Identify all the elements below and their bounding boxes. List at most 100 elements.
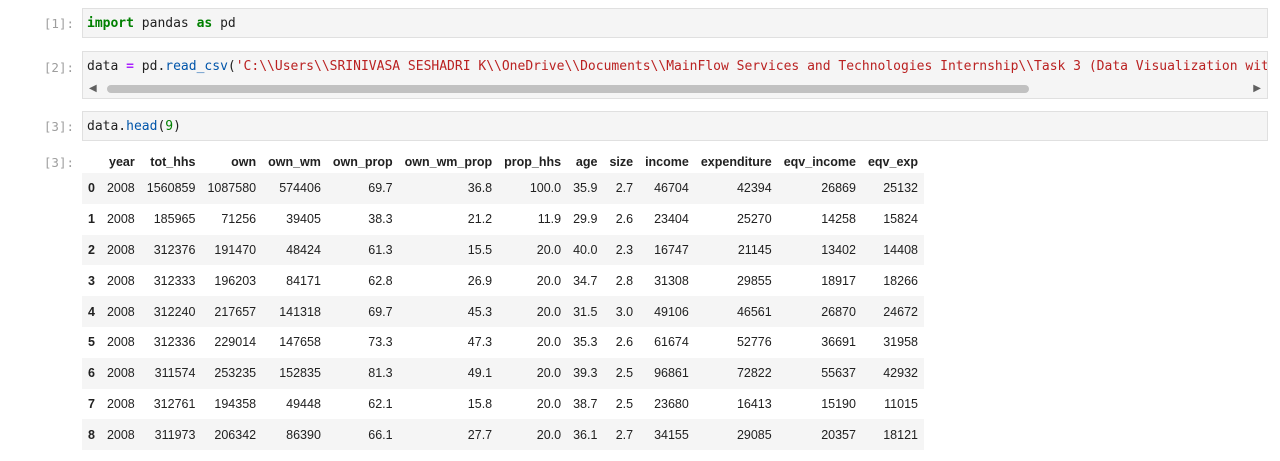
- table-cell: 15.5: [467, 242, 493, 257]
- table-cell: 194358: [214, 396, 257, 411]
- table-cell: 141318: [279, 304, 321, 319]
- table-cell: 55637: [821, 366, 856, 381]
- code-line: import pandas as pd: [87, 16, 236, 31]
- table-cell: 26869: [821, 181, 856, 196]
- table-cell: 18917: [821, 273, 856, 288]
- row-index: 6: [88, 366, 95, 381]
- table-cell: 21145: [737, 242, 772, 257]
- table-cell: 16413: [736, 396, 772, 411]
- row-index: 1: [88, 212, 95, 227]
- number-literal: 9: [165, 119, 174, 134]
- table-cell: 2.8: [615, 273, 634, 288]
- table-cell: 217657: [214, 304, 257, 319]
- column-header-size: size: [609, 155, 634, 169]
- column-header-own-wm: own_wm: [268, 155, 321, 169]
- table-cell: 36.8: [467, 181, 493, 196]
- table-cell: 31958: [883, 335, 918, 350]
- row-index: 2: [88, 242, 95, 257]
- code-cell-1[interactable]: import pandas as pd: [82, 8, 1268, 38]
- output-prompt: [3]:: [43, 155, 74, 170]
- row-index: 3: [88, 273, 95, 288]
- table-cell: 62.1: [368, 396, 393, 411]
- table-cell: 312336: [153, 335, 196, 350]
- table-cell: 312333: [153, 273, 196, 288]
- table-cell: 66.1: [368, 427, 393, 442]
- table-cell: 34.7: [573, 273, 598, 288]
- object-name: data.: [87, 119, 127, 134]
- column-header-prop-hhs: prop_hhs: [504, 155, 562, 169]
- table-cell: 100.0: [529, 181, 562, 196]
- cell-2-prompt: [2]:: [43, 60, 74, 75]
- table-cell: 16747: [654, 242, 689, 257]
- scroll-left-arrow-icon[interactable]: ◀: [89, 83, 97, 95]
- table-cell: 23404: [654, 212, 689, 227]
- code-cell-2[interactable]: data = pd.read_csv('C:\\Users\\SRINIVASA…: [82, 51, 1268, 99]
- table-cell: 312761: [153, 396, 196, 411]
- table-cell: 29.9: [573, 212, 598, 227]
- table-cell: 69.7: [368, 304, 393, 319]
- table-cell: 311574: [154, 366, 196, 381]
- table-cell: 1560859: [146, 181, 196, 196]
- table-cell: 206342: [214, 427, 257, 442]
- table-row: 1 2008 185965 71256 39405 38.3 21.2 11.9 29.9 2.6…: [82, 204, 924, 235]
- table-cell: 69.7: [368, 181, 393, 196]
- column-header-own-wm-prop: own_wm_prop: [404, 155, 493, 169]
- table-cell: 49106: [654, 304, 689, 319]
- table-cell: 574406: [279, 181, 321, 196]
- table-cell: 86390: [286, 427, 321, 442]
- table-cell: 2.3: [615, 242, 634, 257]
- table-cell: 196203: [214, 273, 257, 288]
- table-cell: 253235: [214, 366, 257, 381]
- table-cell: 35.3: [573, 335, 598, 350]
- table-cell: 2008: [106, 366, 135, 381]
- column-header-income: income: [645, 155, 689, 169]
- column-header-tot-hhs: tot_hhs: [150, 155, 196, 169]
- table-cell: 26870: [821, 304, 856, 319]
- table-cell: 14408: [883, 242, 918, 257]
- alias-name: pd: [212, 16, 236, 31]
- table-cell: 2.6: [615, 335, 634, 350]
- table-row: 6 2008 311574 253235 152835 81.3 49.1 20.0 39.3 2…: [82, 357, 924, 389]
- table-cell: 20.0: [536, 335, 562, 350]
- table-cell: 36.1: [573, 427, 598, 442]
- table-cell: 3.0: [615, 304, 634, 319]
- table-cell: 2008: [106, 396, 135, 411]
- column-header-age: age: [575, 155, 598, 169]
- table-cell: 2008: [106, 304, 135, 319]
- table-header-row: year tot_hhs own own_wm own_prop own_wm_prop p…: [82, 151, 924, 173]
- scroll-right-arrow-icon[interactable]: ▶: [1253, 83, 1261, 95]
- row-index: 0: [88, 181, 95, 196]
- scrollbar-thumb[interactable]: [107, 85, 1029, 93]
- table-cell: 14258: [821, 212, 856, 227]
- object-name: pd.: [133, 59, 166, 74]
- table-cell: 2.5: [615, 396, 634, 411]
- code-cell-3[interactable]: data.head(9): [82, 111, 1268, 141]
- table-cell: 48424: [286, 242, 321, 257]
- table-cell: 25270: [736, 212, 772, 227]
- row-index: 8: [88, 427, 95, 442]
- table-cell: 61.3: [368, 242, 393, 257]
- table-cell: 39.3: [573, 366, 598, 381]
- row-index: 5: [88, 335, 95, 350]
- table-cell: 27.7: [467, 427, 493, 442]
- string-literal: 'C:\\Users\\SRINIVASA SESHADRI K\\OneDri…: [235, 59, 1268, 74]
- table-cell: 147658: [279, 335, 321, 350]
- table-cell: 18121: [883, 427, 918, 442]
- table-cell: 42932: [883, 366, 918, 381]
- horizontal-scrollbar[interactable]: ◀ ▶: [87, 83, 1263, 95]
- code-line: data.head(9): [87, 119, 181, 134]
- table-cell: 20.0: [536, 366, 562, 381]
- module-name: pandas: [133, 16, 197, 31]
- table-cell: 15190: [821, 396, 856, 411]
- table-cell: 81.3: [368, 366, 393, 381]
- table-cell: 39405: [286, 212, 321, 227]
- keyword-as: as: [196, 16, 213, 31]
- table-cell: 311973: [154, 427, 196, 442]
- table-cell: 20.0: [536, 242, 562, 257]
- table-cell: 2008: [106, 273, 135, 288]
- code-line: data = pd.read_csv('C:\\Users\\SRINIVASA…: [87, 59, 1268, 74]
- table-cell: 1087580: [207, 181, 257, 196]
- table-cell: 11.9: [537, 212, 562, 227]
- table-row: 0 2008 1560859 1087580 574406 69.7 36.8 100.0 35…: [82, 173, 924, 204]
- table-cell: 24672: [883, 304, 918, 319]
